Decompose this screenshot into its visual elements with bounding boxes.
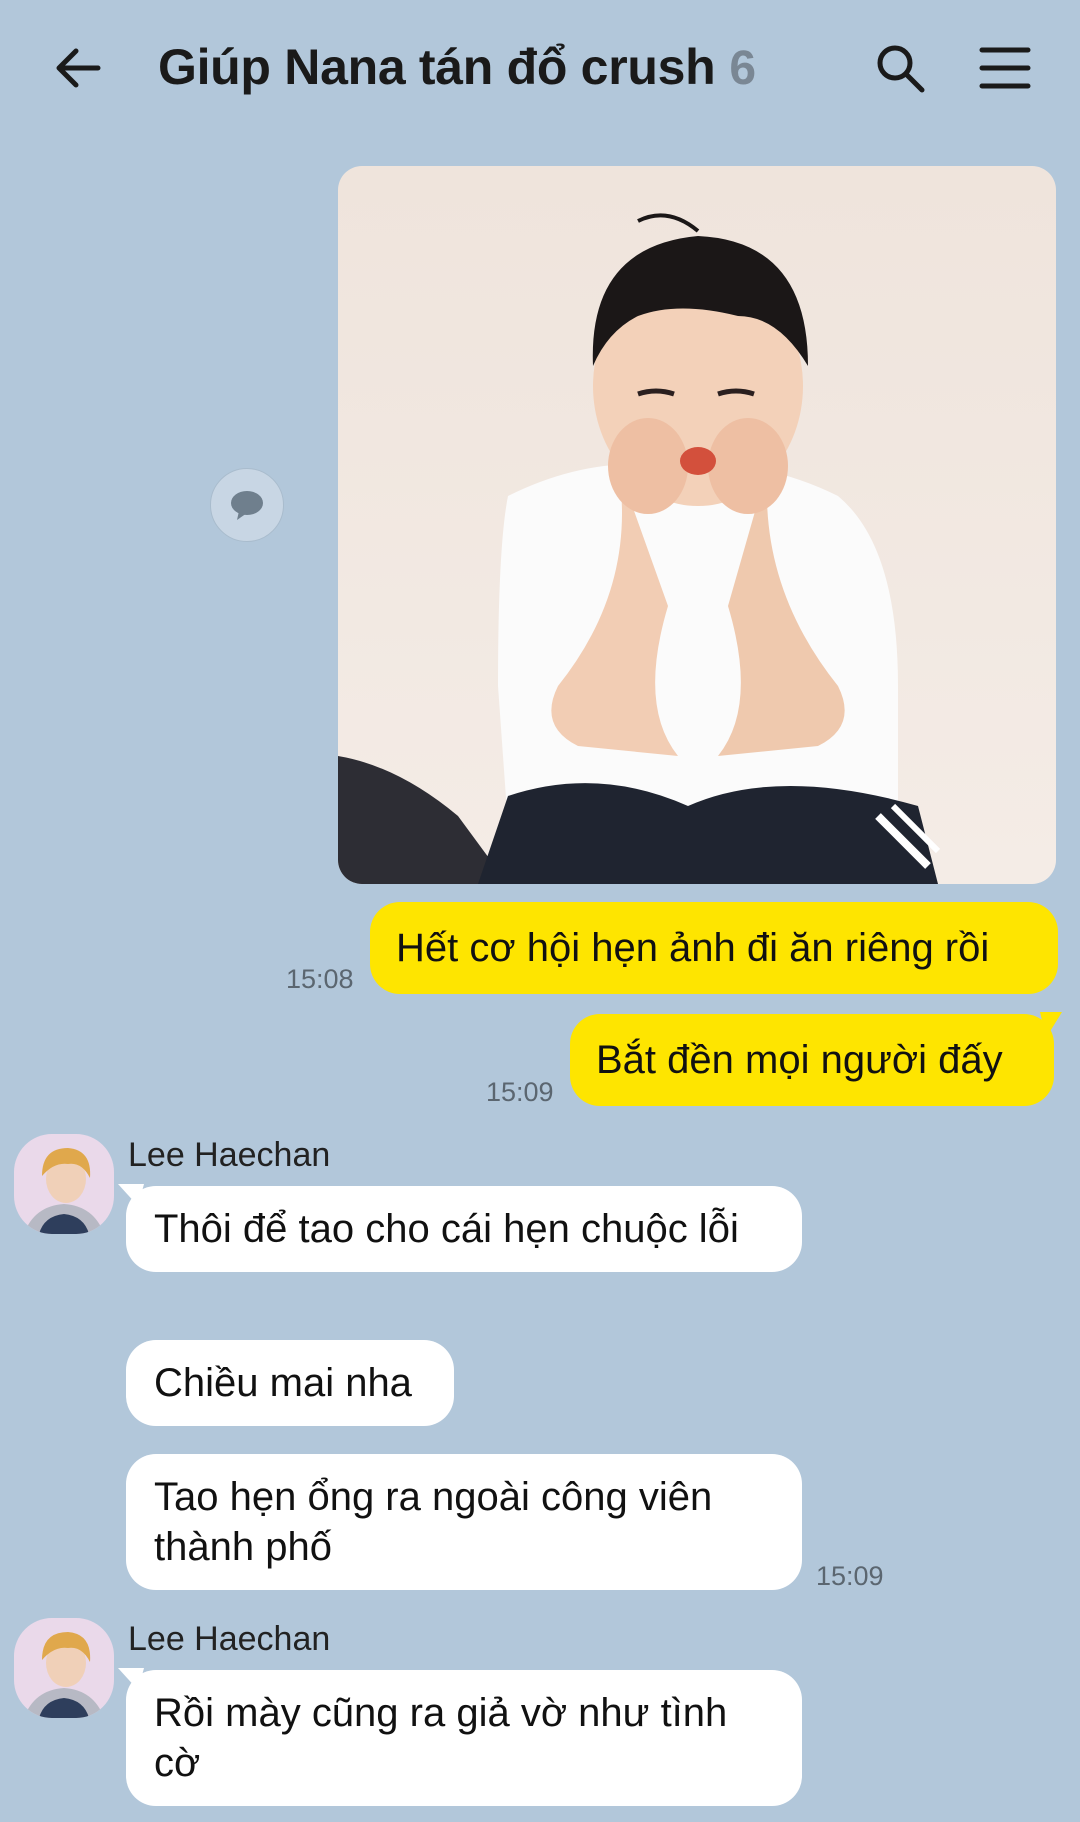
avatar[interactable] xyxy=(14,1134,114,1234)
chat-title-group[interactable]: Giúp Nana tán đổ crush 6 xyxy=(158,38,756,96)
received-message-bubble[interactable]: Rồi mày cũng ra giả vờ như tình cờ xyxy=(126,1670,802,1806)
photo-image xyxy=(338,166,1056,884)
search-icon[interactable] xyxy=(872,40,928,96)
menu-icon[interactable] xyxy=(978,42,1032,94)
avatar-image xyxy=(14,1618,114,1718)
message-text: Tao hẹn ổng ra ngoài công viên thành phố xyxy=(154,1475,713,1569)
chat-title: Giúp Nana tán đổ crush xyxy=(158,39,716,95)
bubble-tail xyxy=(1040,1012,1062,1038)
message-time: 15:09 xyxy=(486,1077,554,1107)
photo-message[interactable] xyxy=(338,166,1056,884)
message-text: Chiều mai nha xyxy=(154,1361,412,1405)
message-time: 15:08 xyxy=(286,964,354,994)
message-text: Hết cơ hội hẹn ảnh đi ăn riêng rồi xyxy=(396,926,990,970)
received-message-bubble[interactable]: Tao hẹn ổng ra ngoài công viên thành phố xyxy=(126,1454,802,1590)
message-text: Bắt đền mọi người đấy xyxy=(596,1038,1003,1082)
message-text: Thôi để tao cho cái hẹn chuộc lỗi xyxy=(154,1207,739,1251)
comment-button[interactable] xyxy=(210,468,284,542)
message-text: Rồi mày cũng ra giả vờ như tình cờ xyxy=(154,1691,728,1785)
speech-bubble-icon xyxy=(231,491,263,520)
member-count: 6 xyxy=(729,42,757,95)
my-message-bubble[interactable]: Hết cơ hội hẹn ảnh đi ăn riêng rồi xyxy=(370,902,1058,994)
message-time: 15:09 xyxy=(816,1561,884,1591)
sender-name: Lee Haechan xyxy=(128,1136,331,1174)
my-message-bubble[interactable]: Bắt đền mọi người đấy xyxy=(570,1014,1054,1106)
received-message-bubble[interactable]: Chiều mai nha xyxy=(126,1340,454,1426)
received-message-bubble[interactable]: Thôi để tao cho cái hẹn chuộc lỗi xyxy=(126,1186,802,1272)
avatar[interactable] xyxy=(14,1618,114,1718)
chat-header: Giúp Nana tán đổ crush 6 xyxy=(0,0,1080,135)
sender-name: Lee Haechan xyxy=(128,1620,331,1658)
back-arrow-icon[interactable] xyxy=(50,40,106,96)
avatar-image xyxy=(14,1134,114,1234)
